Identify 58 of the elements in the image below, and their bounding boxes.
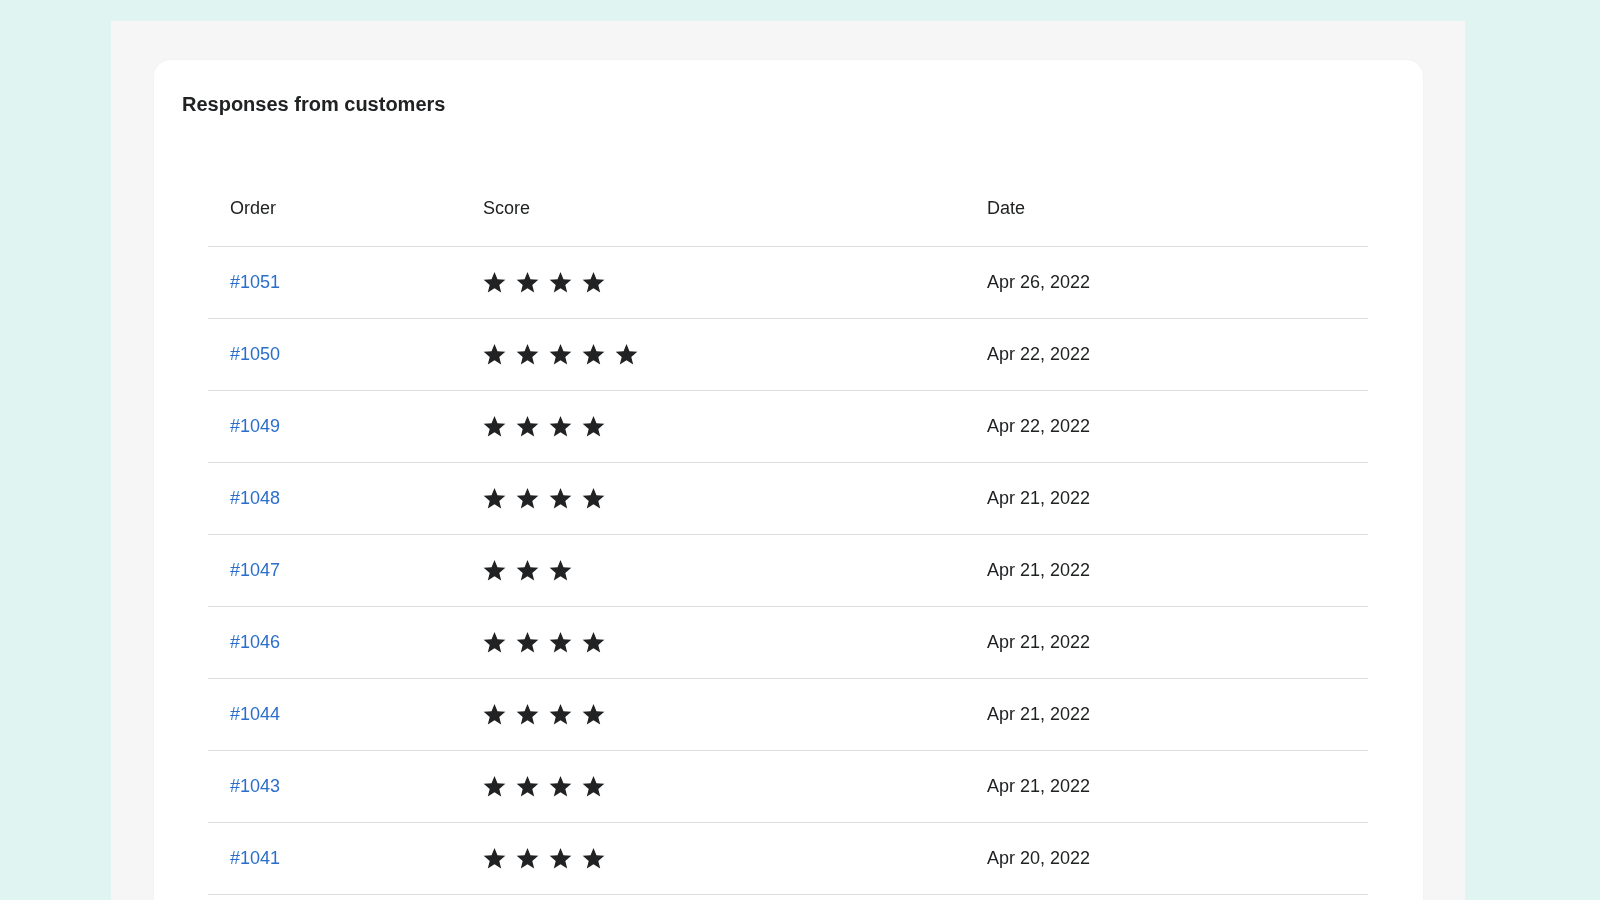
date-cell-text: Apr 22, 2022 [987, 344, 1092, 365]
star-icon [516, 847, 539, 870]
star-icon [549, 271, 572, 294]
column-header: Date [987, 197, 1027, 219]
star-icon [483, 415, 506, 438]
date-cell-text: Apr 21, 2022 [987, 776, 1092, 797]
date-cell-text: Apr 21, 2022 [987, 560, 1092, 581]
star-icon [615, 343, 638, 366]
order-link[interactable]: #1049 [230, 416, 281, 437]
star-icon [516, 271, 539, 294]
star-icon [582, 631, 605, 654]
star-icon [582, 847, 605, 870]
order-link[interactable]: #1046 [230, 632, 281, 653]
star-icon [516, 487, 539, 510]
star-icon [516, 415, 539, 438]
order-link[interactable]: #1051 [230, 272, 281, 293]
date-cell-text: Apr 21, 2022 [987, 632, 1092, 653]
star-icon [483, 703, 506, 726]
star-icon [483, 631, 506, 654]
star-icon [582, 775, 605, 798]
star-icon [549, 343, 572, 366]
star-icon [516, 775, 539, 798]
star-icon [582, 703, 605, 726]
order-link[interactable]: #1050 [230, 344, 281, 365]
star-icon [483, 343, 506, 366]
star-icon [549, 415, 572, 438]
star-icon [483, 559, 506, 582]
order-link[interactable]: #1043 [230, 776, 281, 797]
card-title: Responses from customers [182, 92, 447, 117]
date-cell-text: Apr 21, 2022 [987, 704, 1092, 725]
column-header: Score [483, 197, 532, 219]
star-icon [582, 487, 605, 510]
date-cell-text: Apr 20, 2022 [987, 848, 1092, 869]
order-link[interactable]: #1047 [230, 560, 281, 581]
date-cell-text: Apr 26, 2022 [987, 272, 1092, 293]
order-link[interactable]: #1044 [230, 704, 281, 725]
star-icon [549, 487, 572, 510]
star-icon [582, 271, 605, 294]
date-cell-text: Apr 21, 2022 [987, 488, 1092, 509]
star-icon [516, 343, 539, 366]
star-icon [516, 631, 539, 654]
star-icon [483, 847, 506, 870]
column-header: Order [230, 197, 277, 219]
star-icon [549, 631, 572, 654]
date-cell-text: Apr 22, 2022 [987, 416, 1092, 437]
order-link[interactable]: #1048 [230, 488, 281, 509]
star-icon [516, 703, 539, 726]
order-link[interactable]: #1041 [230, 848, 281, 869]
star-icon [549, 559, 572, 582]
star-icon [582, 415, 605, 438]
star-icon [549, 847, 572, 870]
star-icon [516, 559, 539, 582]
star-icon [582, 343, 605, 366]
star-icon [549, 703, 572, 726]
star-icon [483, 487, 506, 510]
star-icon [483, 775, 506, 798]
star-icon [483, 271, 506, 294]
star-icon [549, 775, 572, 798]
